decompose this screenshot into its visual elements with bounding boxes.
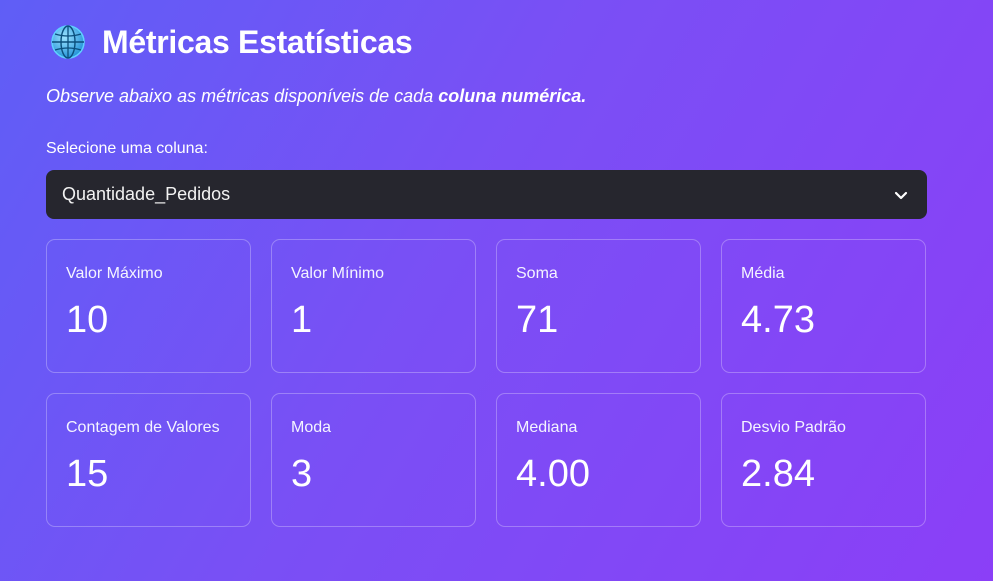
- metrics-grid: Valor Máximo 10 Valor Mínimo 1 Soma 71 M…: [46, 239, 927, 527]
- metric-value: 15: [66, 453, 109, 495]
- metric-label: Valor Máximo: [66, 265, 163, 282]
- subtitle-emphasis: coluna numérica.: [438, 86, 587, 106]
- metric-label: Valor Mínimo: [291, 265, 385, 282]
- column-select-label: Selecione uma coluna:: [46, 140, 208, 157]
- metric-value: 1: [291, 299, 313, 341]
- metric-value: 2.84: [741, 453, 815, 495]
- metric-card-median: Mediana 4.00: [496, 393, 701, 527]
- metric-label: Mediana: [516, 419, 578, 436]
- page-header: Métricas Estatísticas: [50, 22, 413, 62]
- metric-value: 3: [291, 453, 313, 495]
- chevron-down-icon[interactable]: [893, 187, 909, 203]
- column-select[interactable]: Quantidade_Pedidos: [46, 170, 927, 219]
- metric-card-mean: Média 4.73: [721, 239, 926, 373]
- subtitle-text: Observe abaixo as métricas disponíveis d…: [46, 86, 439, 106]
- metric-value: 71: [516, 299, 559, 341]
- page-title: Métricas Estatísticas: [102, 23, 413, 60]
- metric-card-sum: Soma 71: [496, 239, 701, 373]
- metric-card-mode: Moda 3: [271, 393, 476, 527]
- metric-label: Desvio Padrão: [741, 419, 846, 436]
- metric-label: Contagem de Valores: [66, 419, 220, 436]
- metric-value: 10: [66, 299, 109, 341]
- metric-label: Moda: [291, 419, 332, 436]
- metric-card-count: Contagem de Valores 15: [46, 393, 251, 527]
- globe-icon: [51, 25, 85, 59]
- column-select-value: Quantidade_Pedidos: [62, 184, 231, 204]
- metric-value: 4.73: [741, 299, 815, 341]
- page-subtitle: Observe abaixo as métricas disponíveis d…: [46, 86, 586, 107]
- metric-value: 4.00: [516, 453, 590, 495]
- metric-card-max: Valor Máximo 10: [46, 239, 251, 373]
- metric-card-std: Desvio Padrão 2.84: [721, 393, 926, 527]
- metric-label: Média: [741, 265, 785, 282]
- metric-label: Soma: [516, 265, 558, 282]
- metric-card-min: Valor Mínimo 1: [271, 239, 476, 373]
